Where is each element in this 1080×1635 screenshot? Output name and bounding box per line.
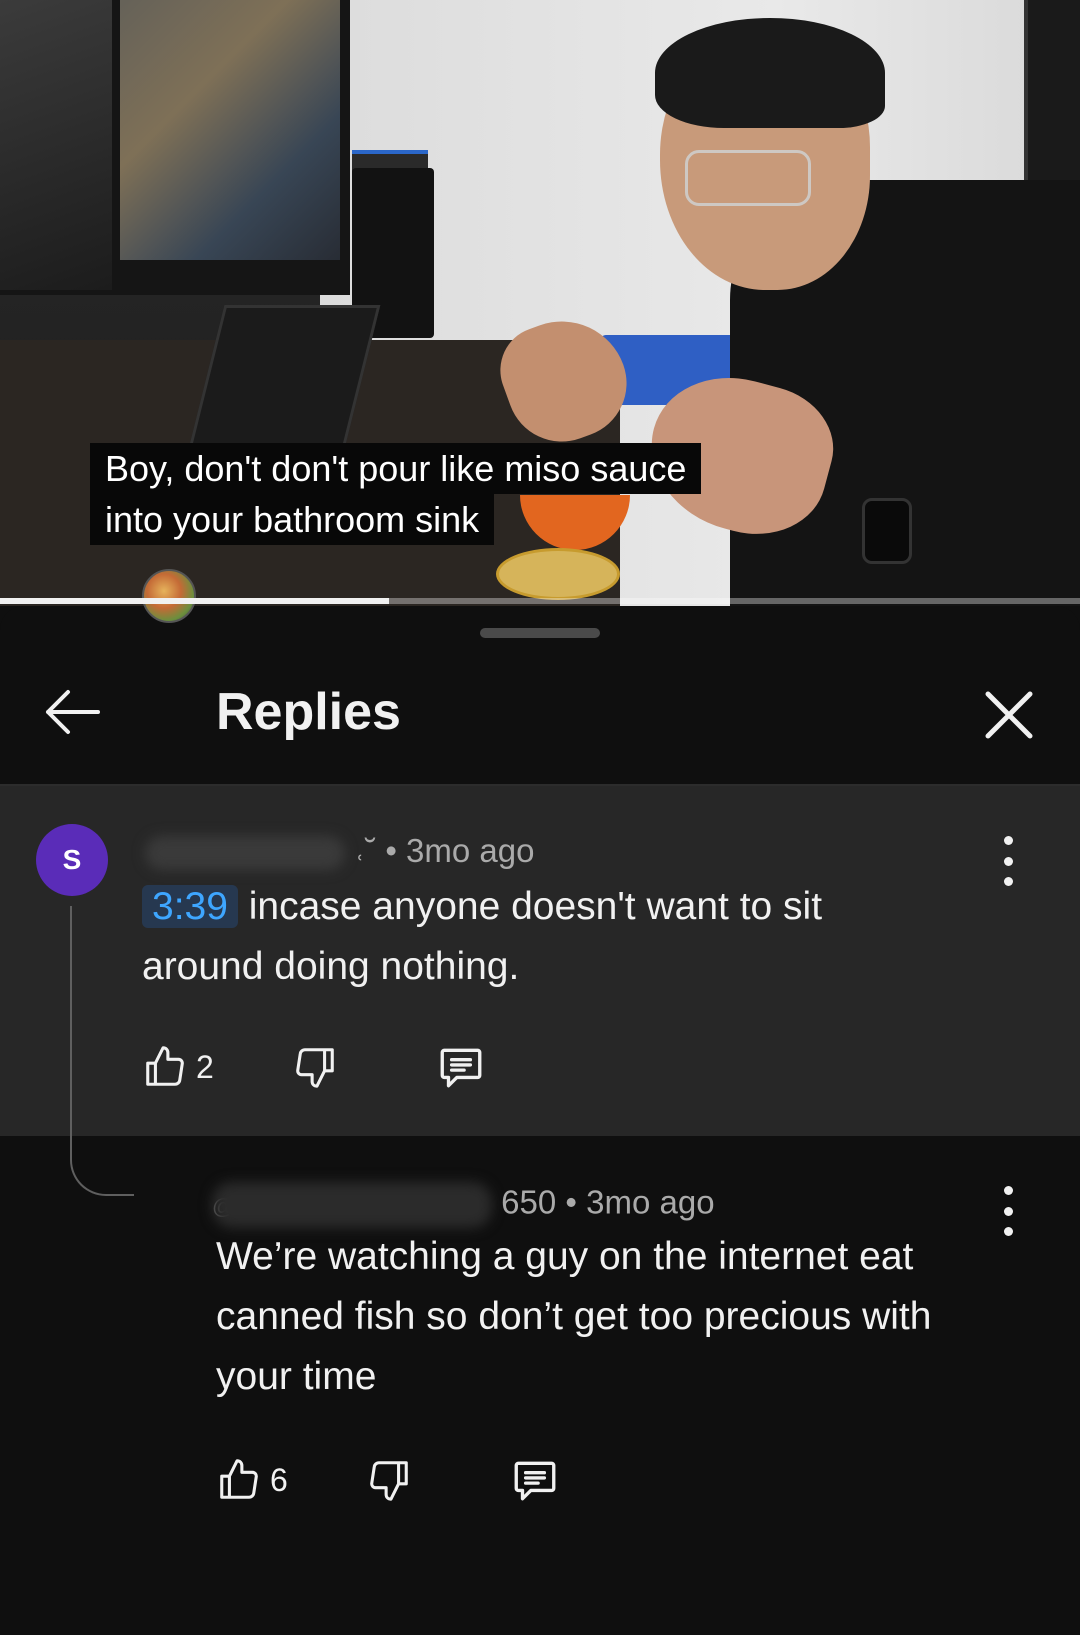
caption-line-2: into your bathroom sink [90, 494, 495, 545]
panel-title: Replies [216, 683, 401, 741]
reply-author-redacted[interactable] [212, 1182, 492, 1228]
video-caption: Boy, don't don't pour like miso sauce in… [90, 443, 702, 545]
comment-text-line2: around doing nothing. [142, 945, 520, 988]
reply-meta: @ 650 • 3mo ago [212, 1182, 715, 1228]
video-progress-fill [0, 598, 389, 604]
video-frame-person-hair [655, 18, 885, 128]
comment-time: • 3mo ago [385, 832, 535, 869]
comment-more-button[interactable] [993, 836, 1023, 886]
author-name-tail[interactable]: ˓˘ [354, 832, 376, 869]
close-icon [985, 691, 1033, 739]
thumbs-down-icon [370, 1461, 408, 1501]
video-frame-watch [862, 498, 912, 564]
thumbs-down-icon [296, 1048, 334, 1088]
back-button[interactable] [42, 684, 104, 740]
close-button[interactable] [978, 684, 1040, 746]
dislike-button[interactable] [292, 1044, 338, 1090]
drag-handle[interactable] [480, 628, 600, 638]
thumbs-up-icon [220, 1459, 258, 1499]
like-button[interactable]: 6 [216, 1457, 288, 1503]
thread-connector-line [70, 906, 134, 1196]
video-player[interactable]: Boy, don't don't pour like miso sauce in… [0, 0, 1080, 606]
reply-time: • 3mo ago [565, 1183, 715, 1221]
video-frame-glasses [685, 150, 811, 206]
video-frame-can [496, 548, 620, 600]
reply-actions: 6 [216, 1455, 560, 1505]
video-frame-monitor [0, 0, 350, 295]
dislike-button[interactable] [366, 1457, 412, 1503]
author-name-redacted[interactable] [145, 836, 345, 871]
comment-text-line1: incase anyone doesn't want to sit [237, 885, 823, 928]
comment-icon [514, 1461, 556, 1501]
reply-body: We’re watching a guy on the internet eat… [216, 1235, 932, 1398]
reply-avatar[interactable] [142, 569, 196, 623]
avatar-letter: S [62, 844, 82, 875]
more-vertical-icon [1003, 1186, 1013, 1195]
more-vertical-icon [1003, 836, 1013, 845]
thumbs-up-icon [146, 1046, 184, 1086]
like-button[interactable]: 2 [142, 1044, 214, 1090]
timestamp-link[interactable]: 3:39 [142, 885, 238, 928]
video-frame-picture [1024, 0, 1080, 190]
reply-button[interactable] [510, 1455, 560, 1505]
comment-body: 3:39 incase anyone doesn't want to sit a… [142, 877, 992, 997]
avatar[interactable]: S [36, 824, 108, 896]
reply-author-tail[interactable]: 650 [501, 1184, 556, 1221]
comment-actions: 2 [142, 1042, 486, 1092]
video-progress-bar[interactable] [0, 598, 1080, 604]
like-count: 2 [196, 1048, 214, 1085]
caption-line-1: Boy, don't don't pour like miso sauce [90, 443, 702, 494]
reply-button[interactable] [436, 1042, 486, 1092]
arrow-left-icon [46, 690, 100, 734]
panel-header: Replies [0, 656, 1080, 784]
comment-icon [440, 1048, 482, 1088]
like-count: 6 [270, 1461, 288, 1498]
comment-meta: ˓˘ • 3mo ago [145, 832, 535, 871]
